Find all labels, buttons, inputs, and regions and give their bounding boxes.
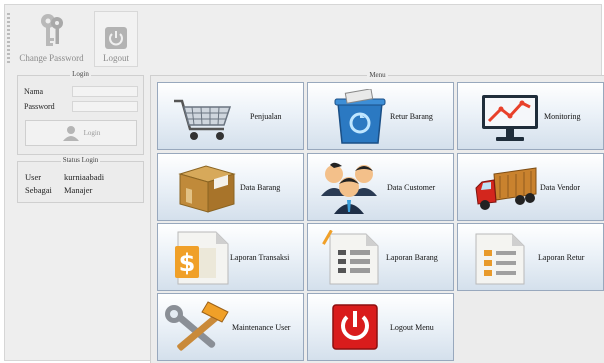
data-customer-button[interactable]: Data Customer	[307, 153, 454, 221]
password-row: Password	[24, 101, 138, 112]
status-role-label: Sebagai	[25, 185, 52, 195]
status-role-value: Manajer	[64, 185, 93, 195]
password-input[interactable]	[72, 101, 138, 112]
status-panel-title: Status Login	[60, 156, 101, 164]
status-user-value: kurniaabadi	[64, 172, 105, 182]
retur-barang-label: Retur Barang	[390, 112, 433, 121]
login-panel-title: Login	[70, 70, 91, 78]
maintenance-user-button[interactable]: Maintenance User	[157, 293, 304, 361]
status-login-panel: Status Login User kurniaabadi Sebagai Ma…	[17, 156, 144, 203]
login-button-label: Login	[83, 129, 101, 137]
toolbar-logout-label: Logout	[103, 53, 129, 63]
recycle-bin-icon	[334, 89, 386, 144]
login-panel: Login Nama Password Login	[17, 70, 144, 155]
logout-menu-label: Logout Menu	[390, 323, 434, 332]
laporan-transaksi-button[interactable]: $ Laporan Transaksi	[157, 223, 304, 291]
document-report-icon	[322, 230, 379, 285]
dollar-report-icon: $	[175, 231, 229, 285]
status-role-row: Sebagai Manajer	[25, 185, 92, 195]
data-barang-label: Data Barang	[240, 183, 281, 192]
data-barang-button[interactable]: Data Barang	[157, 153, 304, 221]
tools-icon	[165, 301, 229, 351]
laporan-transaksi-label: Laporan Transaksi	[230, 253, 290, 262]
monitor-chart-icon	[482, 95, 538, 141]
monitoring-button[interactable]: Monitoring	[457, 82, 604, 150]
menu-panel-title: Menu	[367, 71, 388, 79]
data-vendor-label: Data Vendor	[540, 183, 581, 192]
password-label: Password	[24, 102, 55, 111]
penjualan-label: Penjualan	[250, 112, 282, 121]
return-report-icon	[475, 233, 525, 285]
power-icon	[332, 304, 378, 350]
login-user-icon	[62, 126, 79, 141]
data-customer-label: Data Customer	[387, 183, 436, 192]
laporan-barang-label: Laporan Barang	[386, 253, 438, 262]
monitoring-label: Monitoring	[544, 112, 581, 121]
penjualan-button[interactable]: Penjualan	[157, 82, 304, 150]
keys-icon	[40, 14, 63, 46]
nama-label: Nama	[24, 87, 44, 96]
svg-text:$: $	[179, 249, 196, 277]
box-icon	[178, 165, 236, 213]
change-password-button[interactable]: Change Password	[13, 11, 90, 67]
nama-row: Nama	[24, 86, 138, 97]
menu-panel: Menu Penjualan Retur Barang Monitoring D…	[150, 71, 604, 363]
laporan-retur-button[interactable]: Laporan Retur	[457, 223, 604, 291]
shopping-cart-icon	[174, 99, 232, 140]
change-password-label: Change Password	[19, 53, 84, 63]
retur-barang-button[interactable]: Retur Barang	[307, 82, 454, 150]
toolbar: Change Password Logout	[13, 11, 138, 67]
status-user-row: User kurniaabadi	[25, 172, 104, 182]
toolbar-logout-button[interactable]: Logout	[94, 11, 138, 67]
laporan-barang-button[interactable]: Laporan Barang	[307, 223, 454, 291]
data-vendor-button[interactable]: Data Vendor	[457, 153, 604, 221]
nama-input[interactable]	[72, 86, 138, 97]
logout-menu-button[interactable]: Logout Menu	[307, 293, 454, 361]
users-icon	[321, 162, 377, 214]
toolbar-grip[interactable]	[7, 13, 10, 63]
laporan-retur-label: Laporan Retur	[538, 253, 585, 262]
login-button[interactable]: Login	[25, 120, 137, 146]
status-user-label: User	[25, 172, 42, 182]
maintenance-user-label: Maintenance User	[232, 323, 291, 332]
app-window: Change Password Logout Login Nama Passwo…	[4, 4, 604, 363]
power-icon	[105, 27, 127, 49]
truck-icon	[475, 167, 537, 210]
